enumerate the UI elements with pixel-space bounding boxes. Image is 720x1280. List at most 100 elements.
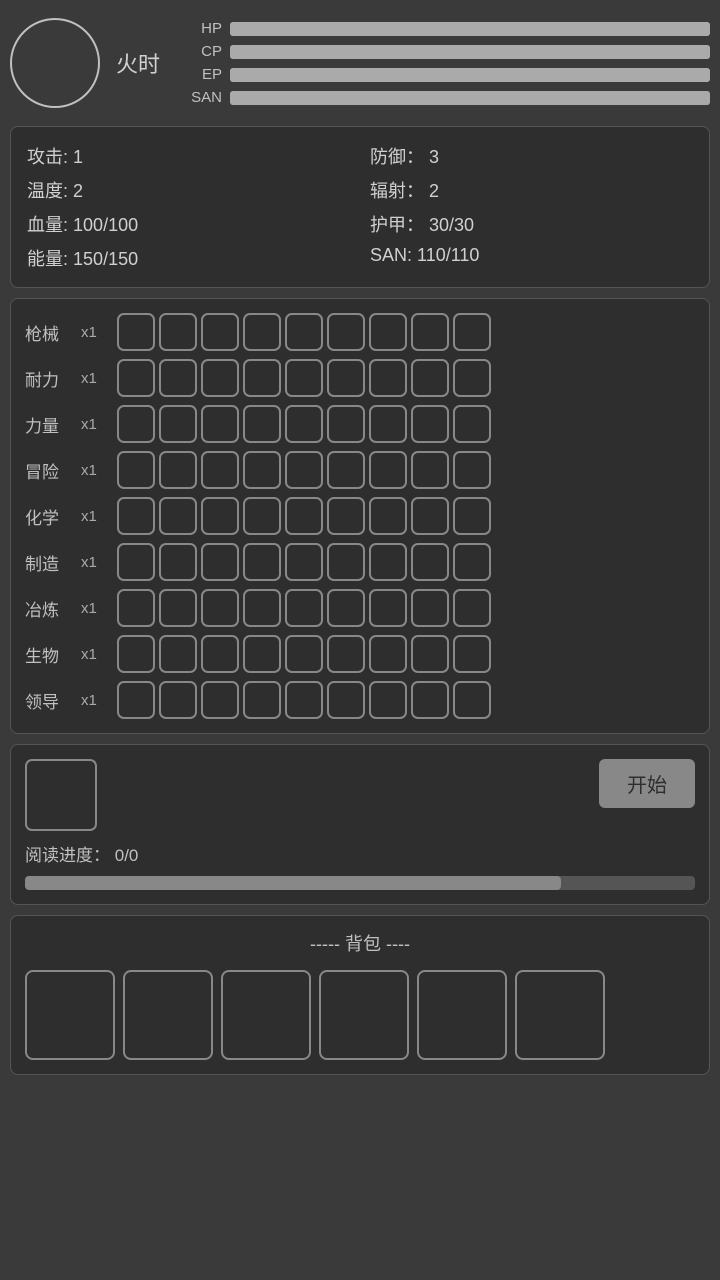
backpack-slot[interactable] xyxy=(417,970,507,1060)
start-button[interactable]: 开始 xyxy=(599,759,695,808)
skill-box[interactable] xyxy=(201,635,239,673)
skill-box[interactable] xyxy=(117,405,155,443)
skill-box[interactable] xyxy=(453,405,491,443)
stats-bars: HP CP EP SAN xyxy=(186,20,710,106)
skill-box[interactable] xyxy=(243,589,281,627)
skill-box[interactable] xyxy=(159,313,197,351)
stat-bar-row-san: SAN xyxy=(186,89,710,106)
skill-box[interactable] xyxy=(243,497,281,535)
skill-box[interactable] xyxy=(327,451,365,489)
skill-box[interactable] xyxy=(159,589,197,627)
character-name: 火时 xyxy=(116,47,160,79)
skill-box[interactable] xyxy=(327,543,365,581)
skill-box[interactable] xyxy=(117,313,155,351)
bar-label: SAN xyxy=(186,89,222,106)
skill-box[interactable] xyxy=(285,543,323,581)
skill-box[interactable] xyxy=(159,405,197,443)
skill-box[interactable] xyxy=(201,313,239,351)
skill-box[interactable] xyxy=(411,681,449,719)
avatar xyxy=(10,18,100,108)
backpack-slot[interactable] xyxy=(319,970,409,1060)
skill-box[interactable] xyxy=(327,589,365,627)
skill-box[interactable] xyxy=(411,635,449,673)
skill-box[interactable] xyxy=(453,589,491,627)
skill-box[interactable] xyxy=(453,543,491,581)
skill-box[interactable] xyxy=(117,681,155,719)
skill-box[interactable] xyxy=(453,451,491,489)
skill-box[interactable] xyxy=(327,405,365,443)
skill-box[interactable] xyxy=(369,359,407,397)
skill-box[interactable] xyxy=(453,497,491,535)
skill-box[interactable] xyxy=(411,543,449,581)
skill-box[interactable] xyxy=(369,635,407,673)
skill-box[interactable] xyxy=(201,497,239,535)
skill-box[interactable] xyxy=(243,543,281,581)
skill-box[interactable] xyxy=(369,589,407,627)
header-section: 火时 HP CP EP SAN xyxy=(10,10,710,116)
skill-box[interactable] xyxy=(327,635,365,673)
skill-box[interactable] xyxy=(159,451,197,489)
skill-box[interactable] xyxy=(285,451,323,489)
skill-box[interactable] xyxy=(285,497,323,535)
skill-box[interactable] xyxy=(201,405,239,443)
skill-box[interactable] xyxy=(327,313,365,351)
skill-box[interactable] xyxy=(243,451,281,489)
skill-box[interactable] xyxy=(159,497,197,535)
skill-box[interactable] xyxy=(369,313,407,351)
skill-box[interactable] xyxy=(285,589,323,627)
skill-box[interactable] xyxy=(201,359,239,397)
skill-box[interactable] xyxy=(117,451,155,489)
skill-box[interactable] xyxy=(285,635,323,673)
skill-box[interactable] xyxy=(369,451,407,489)
backpack-slot[interactable] xyxy=(123,970,213,1060)
skill-box[interactable] xyxy=(369,497,407,535)
skill-box[interactable] xyxy=(159,681,197,719)
skill-box[interactable] xyxy=(411,497,449,535)
skill-box[interactable] xyxy=(453,313,491,351)
skill-box[interactable] xyxy=(159,543,197,581)
skill-row: 枪械x1 xyxy=(25,313,695,351)
skill-box[interactable] xyxy=(453,681,491,719)
skill-box[interactable] xyxy=(411,405,449,443)
stats-grid: 攻击: 1 防御： 3 温度: 2 辐射： 2 血量: 100/100 护甲： … xyxy=(27,143,693,271)
skill-box[interactable] xyxy=(411,589,449,627)
backpack-slot[interactable] xyxy=(25,970,115,1060)
skill-box[interactable] xyxy=(285,681,323,719)
skill-box[interactable] xyxy=(201,543,239,581)
skill-box[interactable] xyxy=(243,313,281,351)
skill-box[interactable] xyxy=(411,313,449,351)
skill-box[interactable] xyxy=(159,635,197,673)
skill-box[interactable] xyxy=(201,589,239,627)
skill-mult: x1 xyxy=(81,416,109,433)
backpack-slot[interactable] xyxy=(515,970,605,1060)
skill-box[interactable] xyxy=(369,543,407,581)
skill-box[interactable] xyxy=(285,405,323,443)
skill-box[interactable] xyxy=(117,589,155,627)
skill-box[interactable] xyxy=(243,405,281,443)
skill-box[interactable] xyxy=(411,359,449,397)
stat-bar-row-hp: HP xyxy=(186,20,710,37)
skill-box[interactable] xyxy=(285,313,323,351)
skill-box[interactable] xyxy=(243,681,281,719)
skill-box[interactable] xyxy=(327,497,365,535)
skill-box[interactable] xyxy=(117,359,155,397)
skill-box[interactable] xyxy=(369,681,407,719)
skill-box[interactable] xyxy=(243,359,281,397)
skill-box[interactable] xyxy=(117,543,155,581)
backpack-grid xyxy=(25,970,695,1060)
skill-box[interactable] xyxy=(117,497,155,535)
skill-box[interactable] xyxy=(159,359,197,397)
skill-box[interactable] xyxy=(327,681,365,719)
skill-box[interactable] xyxy=(117,635,155,673)
skill-box[interactable] xyxy=(369,405,407,443)
skill-box[interactable] xyxy=(285,359,323,397)
skill-box[interactable] xyxy=(453,359,491,397)
skill-box[interactable] xyxy=(201,681,239,719)
skill-box[interactable] xyxy=(201,451,239,489)
backpack-panel: ----- 背包 ---- xyxy=(10,915,710,1075)
backpack-slot[interactable] xyxy=(221,970,311,1060)
skill-box[interactable] xyxy=(453,635,491,673)
skill-box[interactable] xyxy=(327,359,365,397)
skill-box[interactable] xyxy=(243,635,281,673)
skill-box[interactable] xyxy=(411,451,449,489)
